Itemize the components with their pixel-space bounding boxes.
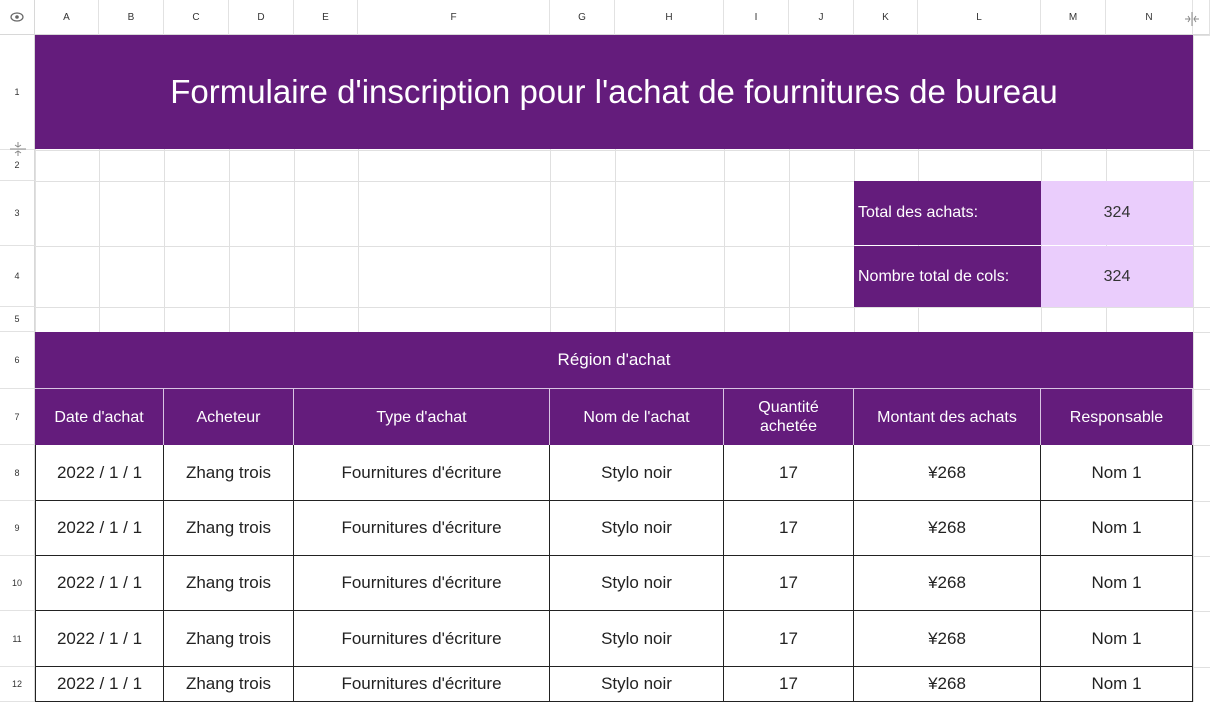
- cell-type[interactable]: Fournitures d'écriture: [294, 556, 550, 611]
- cell-type[interactable]: Fournitures d'écriture: [294, 501, 550, 556]
- column-header[interactable]: E: [294, 0, 358, 35]
- column-header[interactable]: K: [854, 0, 918, 35]
- column-header[interactable]: F: [358, 0, 550, 35]
- cell-name[interactable]: Stylo noir: [550, 556, 724, 611]
- total-packages-value[interactable]: 324: [1041, 246, 1193, 307]
- cell-amount[interactable]: ¥268: [854, 501, 1041, 556]
- cell-responsible[interactable]: Nom 1: [1041, 556, 1193, 611]
- gridline: [35, 150, 1210, 151]
- column-header[interactable]: G: [550, 0, 615, 35]
- column-header[interactable]: I: [724, 0, 789, 35]
- cell-amount[interactable]: ¥268: [854, 611, 1041, 667]
- column-header[interactable]: C: [164, 0, 229, 35]
- cell-buyer[interactable]: Zhang trois: [164, 611, 294, 667]
- header-name[interactable]: Nom de l'achat: [550, 389, 724, 445]
- cell-date[interactable]: 2022 / 1 / 1: [35, 667, 164, 702]
- total-purchases-label[interactable]: Total des achats:: [854, 181, 1041, 245]
- cell-quantity[interactable]: 17: [724, 611, 854, 667]
- header-quantity[interactable]: Quantité achetée: [724, 389, 854, 445]
- row-header[interactable]: 7: [0, 389, 35, 445]
- cell-name[interactable]: Stylo noir: [550, 611, 724, 667]
- cell-quantity[interactable]: 17: [724, 556, 854, 611]
- row-header[interactable]: 3: [0, 181, 35, 246]
- cell-responsible[interactable]: Nom 1: [1041, 501, 1193, 556]
- row-header[interactable]: 12: [0, 667, 35, 702]
- cell-responsible[interactable]: Nom 1: [1041, 667, 1193, 702]
- total-packages-label[interactable]: Nombre total de cols:: [854, 246, 1041, 307]
- header-type[interactable]: Type d'achat: [294, 389, 550, 445]
- row-header[interactable]: 6: [0, 332, 35, 389]
- row-header[interactable]: 1: [0, 35, 35, 150]
- row-header[interactable]: 9: [0, 501, 35, 556]
- header-date[interactable]: Date d'achat: [35, 389, 164, 445]
- cell-date[interactable]: 2022 / 1 / 1: [35, 556, 164, 611]
- cell-date[interactable]: 2022 / 1 / 1: [35, 501, 164, 556]
- row-header[interactable]: 4: [0, 246, 35, 307]
- cell-quantity[interactable]: 17: [724, 445, 854, 501]
- column-header[interactable]: B: [99, 0, 164, 35]
- row-header[interactable]: 8: [0, 445, 35, 501]
- cell-amount[interactable]: ¥268: [854, 667, 1041, 702]
- row-header[interactable]: 11: [0, 611, 35, 667]
- freeze-column-icon[interactable]: [1183, 12, 1201, 26]
- column-header[interactable]: N: [1106, 0, 1193, 35]
- cell-buyer[interactable]: Zhang trois: [164, 445, 294, 501]
- spreadsheet: ABCDEFGHIJKLMN 1 2 3 4 5 6 7 8 9 10 11 12 Formulair…: [0, 0, 1210, 702]
- column-header[interactable]: J: [789, 0, 854, 35]
- cell-amount[interactable]: ¥268: [854, 556, 1041, 611]
- cell-quantity[interactable]: 17: [724, 501, 854, 556]
- total-purchases-value[interactable]: 324: [1041, 181, 1193, 245]
- cell-responsible[interactable]: Nom 1: [1041, 445, 1193, 501]
- cell-type[interactable]: Fournitures d'écriture: [294, 667, 550, 702]
- cell-name[interactable]: Stylo noir: [550, 667, 724, 702]
- header-buyer[interactable]: Acheteur: [164, 389, 294, 445]
- row-header[interactable]: 5: [0, 307, 35, 332]
- gridline: [35, 307, 1210, 308]
- column-header[interactable]: A: [35, 0, 99, 35]
- cell-name[interactable]: Stylo noir: [550, 501, 724, 556]
- cell-type[interactable]: Fournitures d'écriture: [294, 611, 550, 667]
- column-header[interactable]: L: [918, 0, 1041, 35]
- cell-responsible[interactable]: Nom 1: [1041, 611, 1193, 667]
- freeze-row-icon[interactable]: [10, 141, 26, 157]
- cell-buyer[interactable]: Zhang trois: [164, 556, 294, 611]
- column-header[interactable]: H: [615, 0, 724, 35]
- cell-type[interactable]: Fournitures d'écriture: [294, 445, 550, 501]
- row-header[interactable]: 10: [0, 556, 35, 611]
- cell-name[interactable]: Stylo noir: [550, 445, 724, 501]
- cell-quantity[interactable]: 17: [724, 667, 854, 702]
- cell-buyer[interactable]: Zhang trois: [164, 667, 294, 702]
- header-responsible[interactable]: Responsable: [1041, 389, 1193, 445]
- header-amount[interactable]: Montant des achats: [854, 389, 1041, 445]
- gridline: [1193, 35, 1194, 702]
- column-header[interactable]: M: [1041, 0, 1106, 35]
- cell-amount[interactable]: ¥268: [854, 445, 1041, 501]
- page-title[interactable]: Formulaire d'inscription pour l'achat de…: [35, 35, 1193, 149]
- cell-date[interactable]: 2022 / 1 / 1: [35, 445, 164, 501]
- eye-icon[interactable]: [0, 0, 35, 35]
- cell-date[interactable]: 2022 / 1 / 1: [35, 611, 164, 667]
- column-header[interactable]: D: [229, 0, 294, 35]
- region-header[interactable]: Région d'achat: [35, 332, 1193, 389]
- cell-buyer[interactable]: Zhang trois: [164, 501, 294, 556]
